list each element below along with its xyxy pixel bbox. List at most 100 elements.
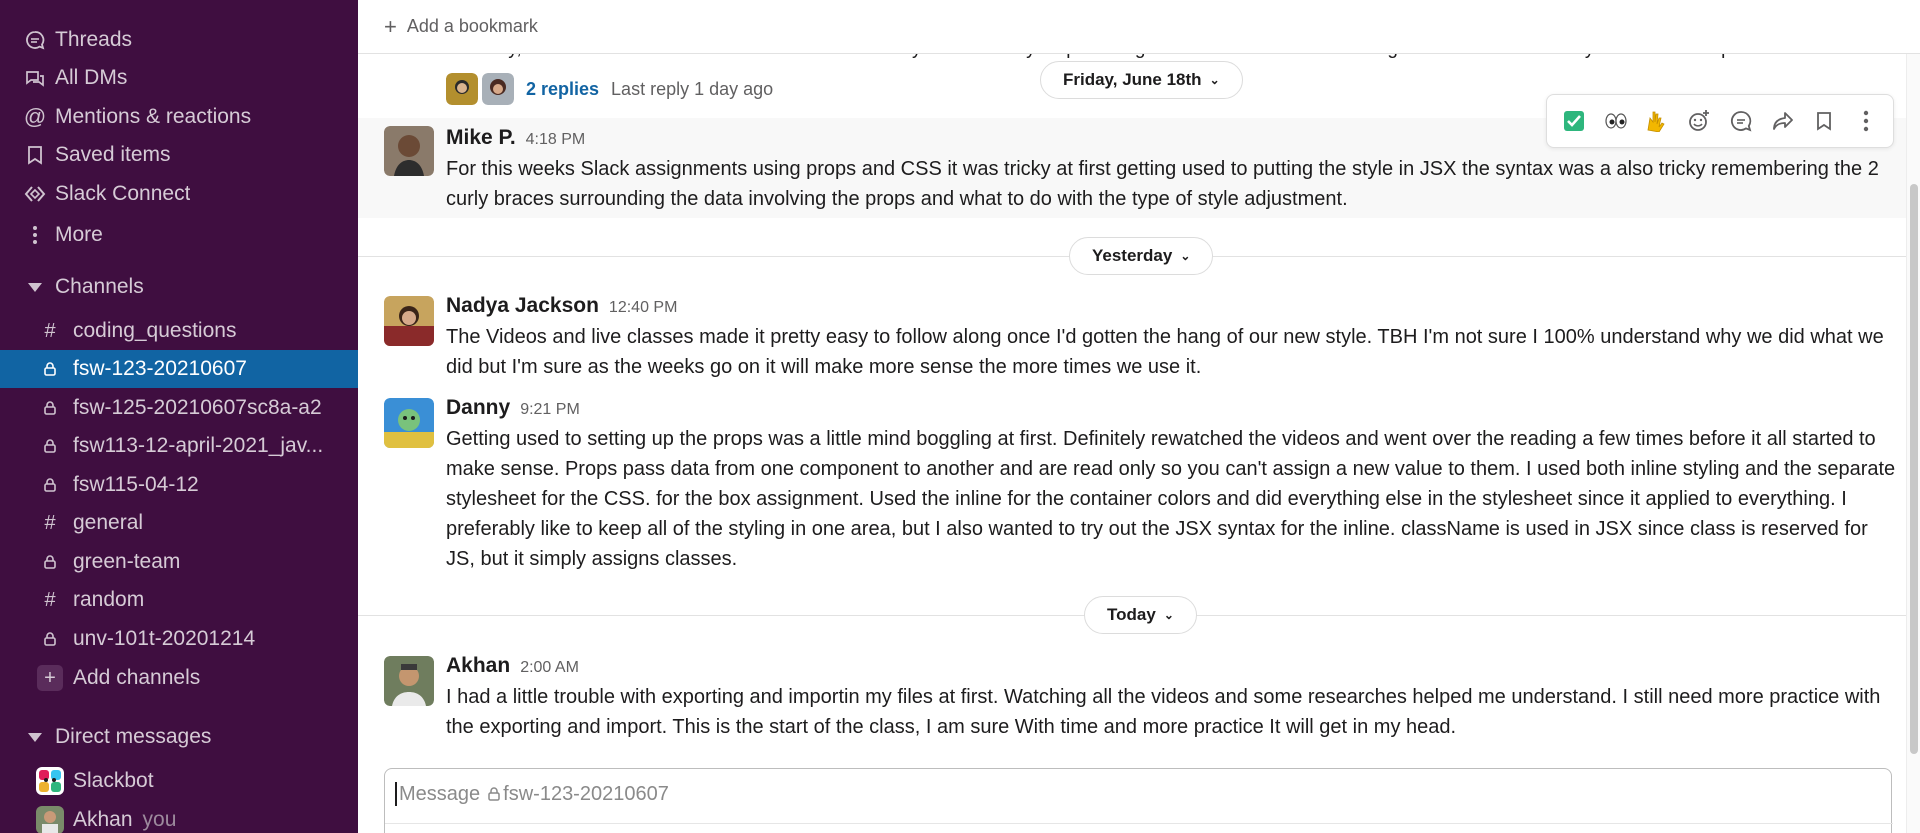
- channel-green-team[interactable]: green-team: [0, 543, 358, 581]
- you-label: you: [142, 808, 177, 831]
- message-text: I had a little trouble with exporting an…: [446, 686, 1881, 738]
- message-author[interactable]: Nadya Jackson: [446, 294, 599, 318]
- channel-name: unv-101t-20201214: [73, 627, 256, 650]
- dm-name: Akhan: [73, 808, 133, 831]
- lock-icon: [36, 362, 64, 376]
- lock-icon: [36, 555, 64, 569]
- user-avatar: [384, 126, 434, 176]
- date-divider-yesterday[interactable]: Yesterday ⌄: [1069, 237, 1214, 275]
- message-time[interactable]: 12:40 PM: [609, 299, 677, 317]
- sidebar-item-label: Mentions & reactions: [55, 105, 252, 128]
- reply-thread-icon[interactable]: [1723, 103, 1759, 139]
- reply-avatar: [482, 73, 514, 105]
- more-actions-icon[interactable]: [1848, 103, 1884, 139]
- sidebar-item-label: Threads: [55, 28, 133, 51]
- channel-name: fsw113-12-april-2021_jav...: [73, 434, 324, 457]
- sidebar-item-all-dms[interactable]: All DMs: [0, 59, 358, 97]
- sidebar-item-saved[interactable]: Saved items: [0, 136, 358, 174]
- channel-name: fsw-125-20210607sc8a-a2: [73, 396, 322, 419]
- lock-icon: [36, 401, 64, 415]
- channel-coding-questions[interactable]: # coding_questions: [0, 312, 358, 350]
- last-reply-text: Last reply 1 day ago: [611, 78, 774, 99]
- composer-placeholder-prefix: Message: [399, 782, 481, 805]
- date-label: Friday, June 18th: [1063, 70, 1202, 89]
- slackbot-avatar: [36, 767, 64, 795]
- scrollbar[interactable]: [1906, 54, 1920, 833]
- message-pane: correctly, I attended office hours with …: [358, 0, 1920, 833]
- sidebar: Threads All DMs @ Mentions & reactions S…: [0, 0, 358, 833]
- message-text: The Videos and live classes made it pret…: [446, 326, 1884, 378]
- channel-name: fsw-123-20210607: [73, 357, 247, 380]
- caret-down-icon: [20, 732, 50, 742]
- message-time[interactable]: 9:21 PM: [520, 401, 580, 419]
- sidebar-item-label: More: [55, 223, 103, 246]
- chevron-down-icon: ⌄: [1180, 249, 1191, 263]
- scrollbar-thumb[interactable]: [1910, 184, 1918, 754]
- channel-general[interactable]: # general: [0, 504, 358, 542]
- eyes-reaction-icon[interactable]: [1598, 103, 1634, 139]
- composer-placeholder-channel: fsw-123-20210607: [503, 782, 669, 805]
- user-avatar: [384, 296, 434, 346]
- check-reaction-icon[interactable]: [1556, 103, 1592, 139]
- sidebar-item-mentions[interactable]: @ Mentions & reactions: [0, 98, 358, 136]
- sidebar-item-label: Slack Connect: [55, 182, 191, 205]
- add-channels-button[interactable]: + Add channels: [0, 659, 358, 697]
- channel-name: green-team: [73, 550, 181, 573]
- lock-icon: [36, 632, 64, 646]
- message-composer[interactable]: Message fsw-123-20210607: [384, 768, 1893, 833]
- dm-section-header[interactable]: Direct messages: [0, 718, 358, 756]
- channels-section-header[interactable]: Channels: [0, 268, 358, 306]
- threads-icon: [20, 30, 50, 50]
- raised-hands-reaction-icon[interactable]: [1639, 103, 1675, 139]
- message-time[interactable]: 2:00 AM: [520, 659, 579, 677]
- dm-name: Slackbot: [73, 769, 154, 792]
- channel-random[interactable]: # random: [0, 581, 358, 619]
- date-divider-friday[interactable]: Friday, June 18th ⌄: [1040, 61, 1243, 99]
- dm-akhan[interactable]: Akhan you: [0, 801, 358, 833]
- channel-name: general: [73, 511, 144, 534]
- composer-divider: [385, 823, 1893, 824]
- share-icon[interactable]: [1765, 103, 1801, 139]
- channel-name: coding_questions: [73, 319, 237, 342]
- bookmark-icon: [20, 145, 50, 165]
- chevron-down-icon: ⌄: [1163, 608, 1174, 622]
- user-avatar: [36, 806, 64, 833]
- message-input[interactable]: Message fsw-123-20210607: [395, 779, 669, 809]
- message-time[interactable]: 4:18 PM: [526, 131, 586, 149]
- add-channels-label: Add channels: [73, 666, 201, 689]
- channel-fsw-123[interactable]: fsw-123-20210607: [0, 350, 358, 388]
- channel-fsw115[interactable]: fsw115-04-12: [0, 466, 358, 504]
- dms-icon: [20, 68, 50, 88]
- hash-icon: #: [44, 588, 56, 611]
- lock-icon: [488, 787, 500, 801]
- chevron-down-icon: ⌄: [1209, 73, 1220, 87]
- replies-link[interactable]: 2 replies: [526, 79, 599, 100]
- sidebar-item-slack-connect[interactable]: Slack Connect: [0, 175, 358, 213]
- at-icon: @: [23, 104, 47, 129]
- message-author[interactable]: Danny: [446, 396, 510, 420]
- channel-fsw-125[interactable]: fsw-125-20210607sc8a-a2: [0, 389, 358, 427]
- slack-connect-icon: [20, 185, 50, 203]
- thread-summary[interactable]: 2 replies Last reply 1 day ago: [446, 73, 774, 105]
- message-item[interactable]: Akhan 2:00 AM I had a little trouble wit…: [358, 650, 1906, 750]
- message-actions-toolbar: [1546, 94, 1894, 148]
- sidebar-item-more[interactable]: More: [0, 216, 358, 254]
- bookmark-bar: + Add a bookmark: [358, 0, 1920, 54]
- save-icon[interactable]: [1806, 103, 1842, 139]
- message-text: Getting used to setting up the props was…: [446, 428, 1896, 570]
- hash-icon: #: [44, 511, 56, 534]
- message-author[interactable]: Mike P.: [446, 126, 516, 150]
- sidebar-item-label: Saved items: [55, 143, 171, 166]
- hash-icon: #: [44, 319, 56, 342]
- add-bookmark-button[interactable]: Add a bookmark: [407, 16, 538, 37]
- date-divider-today[interactable]: Today ⌄: [1084, 596, 1197, 634]
- message-item[interactable]: Nadya Jackson 12:40 PM The Videos and li…: [358, 286, 1906, 386]
- channel-fsw113[interactable]: fsw113-12-april-2021_jav...: [0, 427, 358, 465]
- add-reaction-icon[interactable]: [1681, 103, 1717, 139]
- channel-unv-101t[interactable]: unv-101t-20201214: [0, 620, 358, 658]
- message-item[interactable]: Danny 9:21 PM Getting used to setting up…: [358, 392, 1906, 572]
- message-author[interactable]: Akhan: [446, 654, 510, 678]
- sidebar-item-threads[interactable]: Threads: [0, 21, 358, 59]
- message-text: For this weeks Slack assignments using p…: [446, 158, 1879, 210]
- dm-slackbot[interactable]: Slackbot: [0, 762, 358, 800]
